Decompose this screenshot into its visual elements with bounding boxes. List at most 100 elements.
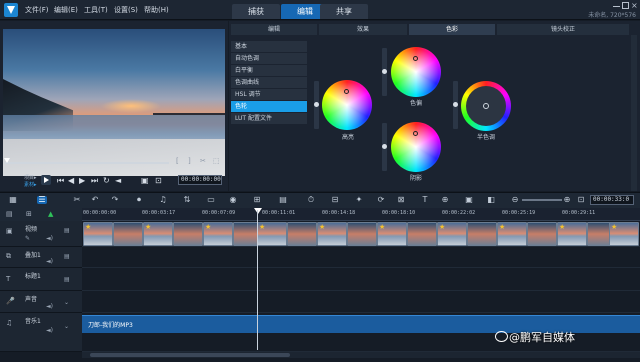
video-clip[interactable]: ★: [609, 222, 639, 246]
motion-icon[interactable]: ⇅: [182, 196, 192, 204]
shadow-wheel-knob[interactable]: [413, 131, 418, 136]
highlight-slider[interactable]: [314, 81, 319, 129]
menu-settings[interactable]: 设置(S): [114, 5, 138, 15]
track-lock-icon[interactable]: ▤: [64, 253, 70, 260]
lane-overlay[interactable]: [82, 247, 640, 268]
multicam-icon[interactable]: ▤: [278, 196, 288, 204]
project-mode-label[interactable]: 项目▸: [24, 174, 37, 181]
track-head-music[interactable]: ♫ 音乐1 ◄) ⌄: [0, 313, 82, 352]
track-lock-icon[interactable]: ▤: [64, 227, 70, 234]
transition-icon[interactable]: ⊟: [330, 196, 340, 204]
track-head-video[interactable]: ▣ 视频 ✎ ◄) ▤: [0, 221, 82, 247]
video-clip[interactable]: [467, 222, 497, 246]
track-lock-icon[interactable]: ▤: [64, 276, 70, 283]
tools-icon[interactable]: ✂: [72, 196, 82, 204]
timeline-scrollbar[interactable]: [82, 352, 640, 358]
tab-options-lens[interactable]: 镜头校正: [497, 24, 629, 35]
menu-edit[interactable]: 编辑(E): [54, 5, 78, 15]
lane-voice[interactable]: [82, 291, 640, 313]
repeat-icon[interactable]: ↻: [103, 176, 110, 185]
tab-options-color[interactable]: 色彩: [409, 24, 495, 35]
highlight-wheel[interactable]: [322, 80, 372, 130]
menu-file[interactable]: 文件(F): [25, 5, 49, 15]
track-icon[interactable]: ⊠: [396, 196, 406, 204]
track-expand-icon[interactable]: ⌄: [64, 323, 69, 330]
track-head-voice[interactable]: 🎤 声音 ◄) ⌄: [0, 291, 82, 313]
hd-preview-icon[interactable]: ▣: [141, 176, 149, 185]
record-icon[interactable]: ⏺: [134, 196, 144, 204]
close-icon[interactable]: ×: [631, 2, 638, 10]
fit-icon[interactable]: ⊡: [576, 196, 586, 204]
track-mute-icon[interactable]: ◄): [46, 327, 53, 334]
timeline-ruler[interactable]: 00:00:00:00 00:00:03:17 00:00:07:09 00:0…: [82, 208, 640, 221]
prev-frame-icon[interactable]: ◀: [68, 176, 74, 185]
mark-out-icon[interactable]: ]: [188, 157, 191, 165]
shift-slider[interactable]: [382, 48, 387, 96]
track-settings-icon[interactable]: ✎: [25, 235, 30, 242]
next-frame-icon[interactable]: ▶: [79, 176, 85, 185]
video-clip[interactable]: ★: [317, 222, 347, 246]
track-mute-icon[interactable]: ◄): [46, 303, 53, 310]
track-head-overlay[interactable]: ⧉ 叠加1 ◄) ▤: [0, 247, 82, 268]
seek-bar[interactable]: [5, 162, 169, 164]
midtone-slider[interactable]: [453, 81, 458, 129]
timeline-view-icon[interactable]: ☰: [37, 196, 47, 204]
highlight-wheel-knob[interactable]: [344, 89, 349, 94]
video-clip[interactable]: ★: [557, 222, 587, 246]
video-clip[interactable]: ★: [83, 222, 113, 246]
timeline-scroll-thumb[interactable]: [90, 353, 290, 357]
shadow-wheel[interactable]: [391, 122, 441, 172]
tab-share[interactable]: 共享: [320, 4, 368, 19]
home-icon[interactable]: ⏮: [57, 176, 64, 186]
audio-icon[interactable]: ◧: [486, 196, 496, 204]
category-basic[interactable]: 基本: [231, 41, 307, 52]
aspect-icon[interactable]: ⊡: [155, 176, 162, 185]
undo-icon[interactable]: ↶: [90, 196, 100, 204]
category-hsl[interactable]: HSL 调节: [231, 89, 307, 100]
snap-icon[interactable]: ⊞: [26, 210, 32, 218]
track-mute-icon[interactable]: ◄): [46, 235, 53, 242]
category-auto-tone[interactable]: 自动色调: [231, 53, 307, 64]
midtone-wheel[interactable]: [461, 81, 511, 131]
video-clip[interactable]: [527, 222, 557, 246]
enlarge-preview-icon[interactable]: ⬚: [213, 157, 220, 165]
category-color-wheel[interactable]: 色轮: [231, 101, 307, 112]
playhead[interactable]: [257, 210, 258, 350]
split-screen-icon[interactable]: ⊞: [252, 196, 262, 204]
redo-icon[interactable]: ↷: [110, 196, 120, 204]
end-icon[interactable]: ⏭: [91, 176, 98, 186]
clip-mode-label[interactable]: 素材▸: [24, 181, 37, 188]
track-head-title[interactable]: T 标题1 ▤: [0, 268, 82, 291]
capture-icon[interactable]: ▣: [464, 196, 474, 204]
options-scrollbar[interactable]: [631, 35, 637, 191]
lane-title[interactable]: [82, 268, 640, 291]
subtitle-icon[interactable]: ▭: [206, 196, 216, 204]
effect-icon[interactable]: ✦: [354, 196, 364, 204]
tab-options-edit[interactable]: 编辑: [231, 24, 317, 35]
video-clip[interactable]: [287, 222, 317, 246]
volume-icon[interactable]: ◄: [115, 176, 121, 185]
chapter-icon[interactable]: ⊕: [440, 196, 450, 204]
category-tone-curve[interactable]: 色调曲线: [231, 77, 307, 88]
shadow-slider[interactable]: [382, 123, 387, 171]
seek-handle[interactable]: [4, 158, 10, 163]
video-clip[interactable]: [113, 222, 143, 246]
track-manager-icon[interactable]: ▤: [6, 210, 13, 218]
menu-help[interactable]: 帮助(H): [144, 5, 169, 15]
track-expand-icon[interactable]: ⌄: [64, 299, 69, 306]
zoom-slider[interactable]: [522, 199, 562, 201]
maximize-icon[interactable]: [622, 2, 629, 9]
video-clip[interactable]: ★: [257, 222, 287, 246]
zoom-in-icon[interactable]: ⊕: [562, 196, 572, 204]
replace-icon[interactable]: ⟳: [376, 196, 386, 204]
menu-tools[interactable]: 工具(T): [84, 5, 108, 15]
split-icon[interactable]: ✂: [200, 157, 206, 165]
video-clip[interactable]: ★: [203, 222, 233, 246]
shift-wheel-knob[interactable]: [413, 56, 418, 61]
video-clip[interactable]: [173, 222, 203, 246]
auto-scroll-icon[interactable]: ▲: [48, 210, 53, 218]
video-clip[interactable]: [347, 222, 377, 246]
video-clip[interactable]: [407, 222, 437, 246]
speed-icon[interactable]: ⏱: [306, 196, 316, 204]
category-white-balance[interactable]: 白平衡: [231, 65, 307, 76]
